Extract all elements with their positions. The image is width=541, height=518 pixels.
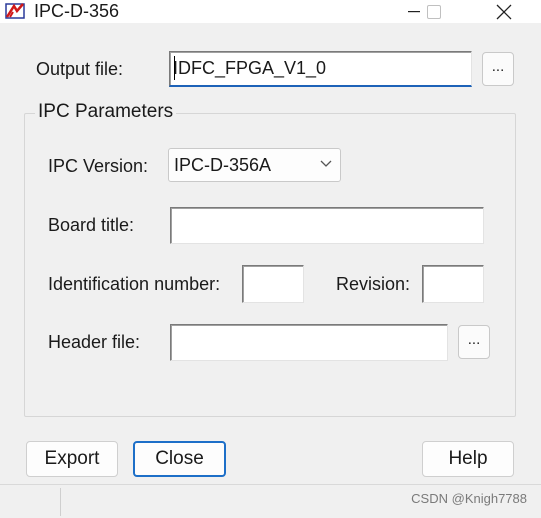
ipc-version-label: IPC Version: [48,156,149,176]
text-caret [174,56,175,80]
window-title: IPC-D-356 [34,1,120,21]
window-close-button[interactable] [480,0,528,23]
maximize-icon [427,4,441,19]
identification-number-label: Identification number: [48,274,221,294]
dialog-window: IPC-D-356 Output file: IDFC_FPGA_V1_0 ..… [0,0,541,518]
help-button[interactable]: Help [422,441,514,477]
app-icon [4,1,26,21]
group-title: IPC Parameters [35,100,177,124]
identification-number-input[interactable] [242,265,304,303]
export-button[interactable]: Export [26,441,118,477]
close-button[interactable]: Close [133,441,226,477]
title-bar[interactable]: IPC-D-356 [0,0,541,23]
maximize-button[interactable] [410,0,458,23]
output-browse-button[interactable]: ... [482,52,514,86]
header-file-input[interactable] [170,324,448,361]
output-file-input[interactable]: IDFC_FPGA_V1_0 [169,51,472,87]
board-title-input[interactable] [170,207,484,244]
revision-input[interactable] [422,265,484,303]
watermark-label: CSDN @Knigh7788 [411,491,527,506]
close-icon [496,4,512,19]
revision-label: Revision: [336,274,411,294]
ipc-version-select[interactable]: IPC-D-356A [168,148,341,182]
chevron-down-icon [320,160,332,167]
output-file-label: Output file: [36,59,124,79]
status-divider [60,488,61,516]
ipc-version-value: IPC-D-356A [174,155,272,175]
header-browse-button[interactable]: ... [458,325,490,359]
header-file-label: Header file: [48,332,141,352]
board-title-label: Board title: [48,215,135,235]
